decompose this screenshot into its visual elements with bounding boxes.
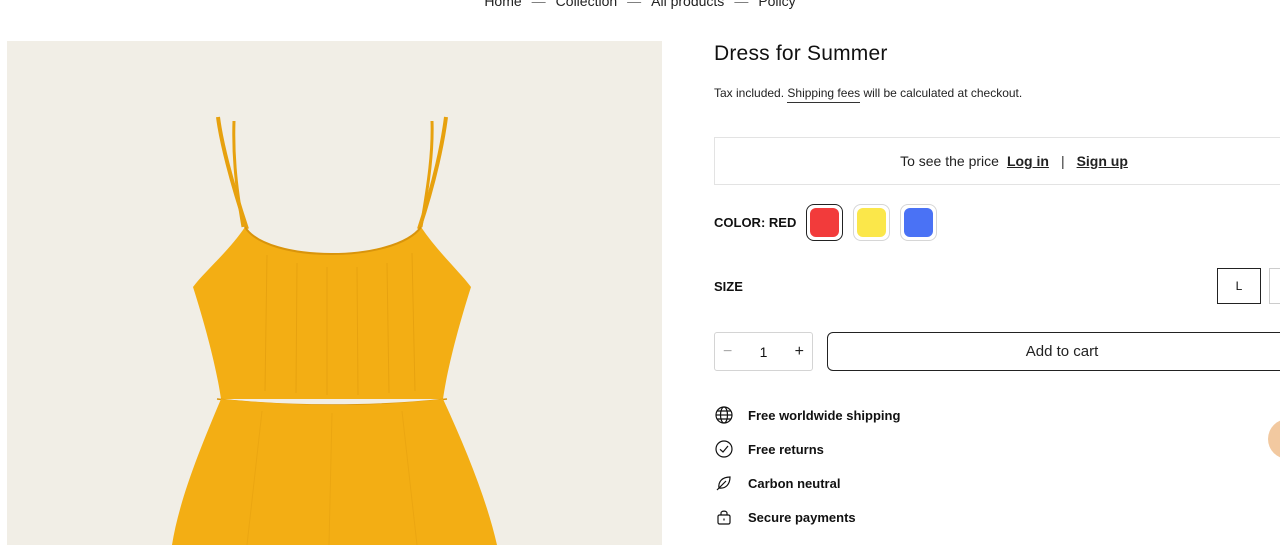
tax-note: Tax included. Shipping fees will be calc… xyxy=(714,86,1023,103)
product-title: Dress for Summer xyxy=(714,42,888,65)
price-prompt: To see the price xyxy=(900,153,999,169)
color-selector: COLOR: RED xyxy=(714,202,947,242)
feature-list: Free worldwide shipping Free returns Car… xyxy=(714,398,900,534)
swatch-yellow-fill xyxy=(857,207,887,237)
quantity-stepper: − 1 + xyxy=(714,332,813,371)
swatch-red-fill xyxy=(810,207,840,237)
feature-item: Free worldwide shipping xyxy=(714,398,900,432)
quantity-increase-button[interactable]: + xyxy=(795,343,804,361)
quantity-decrease-button[interactable]: − xyxy=(723,343,732,361)
link-separator: | xyxy=(1060,153,1065,169)
feature-item: Secure payments xyxy=(714,500,900,534)
size-option-l[interactable]: L xyxy=(1217,268,1261,304)
size-option-next[interactable] xyxy=(1269,268,1280,304)
feature-item: Carbon neutral xyxy=(714,466,900,500)
price-login-box: To see the price Log in | Sign up xyxy=(714,137,1280,185)
dress-photo xyxy=(7,41,662,545)
size-label: SIZE xyxy=(714,279,743,294)
quantity-value[interactable]: 1 xyxy=(760,344,768,360)
tax-suffix: will be calculated at checkout. xyxy=(863,86,1023,100)
product-info: Dress for Summer Tax included. Shipping … xyxy=(714,0,1280,545)
check-circle-icon xyxy=(714,439,734,459)
add-to-cart-button[interactable]: Add to cart xyxy=(827,332,1280,371)
feature-label: Carbon neutral xyxy=(748,475,841,491)
feature-label: Free returns xyxy=(748,441,824,457)
feature-label: Free worldwide shipping xyxy=(748,407,901,423)
feature-item: Free returns xyxy=(714,432,900,466)
leaf-icon xyxy=(714,473,734,493)
breadcrumb-separator: — xyxy=(531,0,546,9)
swatch-yellow[interactable] xyxy=(853,203,891,241)
breadcrumb-collection[interactable]: Collection xyxy=(556,0,617,9)
swatch-blue[interactable] xyxy=(900,203,938,241)
shipping-fees-link[interactable]: Shipping fees xyxy=(787,86,861,103)
product-image[interactable] xyxy=(7,41,662,545)
login-link[interactable]: Log in xyxy=(1007,153,1049,169)
lock-icon xyxy=(714,507,734,527)
tax-prefix: Tax included. xyxy=(714,86,785,100)
breadcrumb-separator: — xyxy=(627,0,642,9)
globe-icon xyxy=(714,405,734,425)
swatch-blue-fill xyxy=(904,207,934,237)
feature-label: Secure payments xyxy=(748,509,856,525)
signup-link[interactable]: Sign up xyxy=(1077,153,1128,169)
breadcrumb-home[interactable]: Home xyxy=(484,0,521,9)
swatch-red[interactable] xyxy=(806,203,844,241)
color-label: COLOR: RED xyxy=(714,214,797,230)
size-selector: SIZE L xyxy=(714,268,1280,304)
